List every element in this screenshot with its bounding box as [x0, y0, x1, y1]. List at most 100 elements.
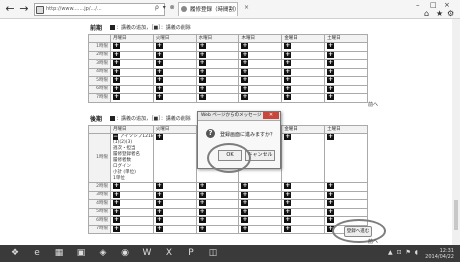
taskbar-app-icon[interactable]: e: [28, 247, 46, 260]
add-course-button[interactable]: +: [284, 200, 292, 206]
add-course-button[interactable]: +: [113, 77, 120, 83]
add-course-button[interactable]: +: [198, 217, 206, 223]
add-course-button[interactable]: +: [327, 85, 335, 92]
add-course-button[interactable]: +: [198, 191, 206, 198]
taskbar-app-icon[interactable]: ◈: [94, 247, 112, 260]
add-course-button[interactable]: +: [327, 77, 335, 83]
taskbar-app-icon[interactable]: W: [138, 247, 156, 260]
add-course-button[interactable]: +: [113, 191, 120, 198]
add-course-button[interactable]: +: [155, 217, 163, 223]
add-course-button[interactable]: +: [284, 183, 292, 189]
add-course-button[interactable]: +: [284, 94, 292, 100]
add-course-button[interactable]: +: [241, 68, 249, 75]
add-course-button[interactable]: +: [198, 77, 206, 83]
add-course-button[interactable]: +: [284, 43, 292, 49]
add-course-button[interactable]: +: [155, 60, 163, 66]
add-course-button[interactable]: +: [241, 94, 249, 100]
favorites-star-icon[interactable]: ★: [436, 9, 443, 18]
add-course-button[interactable]: +: [113, 225, 120, 232]
add-course-button[interactable]: +: [241, 183, 249, 189]
add-course-button[interactable]: +: [198, 43, 206, 49]
settings-gear-icon[interactable]: ⚙: [447, 9, 454, 18]
add-course-button[interactable]: +: [327, 200, 335, 206]
add-course-button[interactable]: +: [113, 68, 120, 75]
add-course-button[interactable]: +: [198, 183, 206, 189]
add-course-button[interactable]: +: [113, 208, 120, 215]
add-course-button[interactable]: +: [284, 134, 292, 140]
add-course-button[interactable]: +: [327, 51, 335, 58]
bottom-footer-link[interactable]: 前へ: [368, 238, 378, 245]
add-course-button[interactable]: +: [327, 43, 335, 49]
add-course-button[interactable]: +: [113, 85, 120, 92]
add-course-button[interactable]: +: [241, 225, 249, 232]
add-course-button[interactable]: +: [155, 134, 163, 140]
add-course-button[interactable]: +: [241, 200, 249, 206]
add-course-button[interactable]: +: [327, 191, 335, 198]
maximize-button[interactable]: □: [430, 1, 437, 9]
add-course-button[interactable]: +: [155, 208, 163, 215]
taskbar-app-icon[interactable]: P: [182, 247, 200, 260]
add-course-button[interactable]: +: [155, 85, 163, 92]
taskbar-app-icon[interactable]: ❖: [6, 247, 24, 260]
add-course-button[interactable]: +: [198, 225, 206, 232]
add-course-button[interactable]: +: [327, 60, 335, 66]
dialog-close-button[interactable]: ✕: [263, 112, 279, 119]
add-course-button[interactable]: +: [241, 51, 249, 58]
forward-button[interactable]: →: [18, 3, 30, 15]
add-course-button[interactable]: +: [241, 191, 249, 198]
add-course-button[interactable]: +: [113, 183, 120, 189]
add-course-button[interactable]: +: [284, 77, 292, 83]
add-course-button[interactable]: +: [241, 60, 249, 66]
add-course-button[interactable]: +: [327, 183, 335, 189]
taskbar-app-icon[interactable]: ▣: [72, 247, 90, 260]
top-footer-link[interactable]: 前へ: [368, 101, 378, 108]
window-close-button[interactable]: ×: [444, 1, 450, 9]
add-course-button[interactable]: +: [113, 200, 120, 206]
add-course-button[interactable]: +: [284, 68, 292, 75]
tab-close-button[interactable]: ×: [244, 4, 249, 11]
add-course-button[interactable]: +: [113, 217, 120, 223]
add-course-button[interactable]: +: [155, 77, 163, 83]
add-course-button[interactable]: +: [113, 94, 120, 100]
taskbar-app-icon[interactable]: ▦: [50, 247, 68, 260]
browser-tab[interactable]: 履修登録（時間割）: [178, 2, 238, 16]
tray-clock[interactable]: 12:31 2014/04/22: [425, 248, 454, 260]
add-course-button[interactable]: +: [327, 217, 335, 223]
add-course-button[interactable]: +: [241, 77, 249, 83]
add-course-button[interactable]: +: [327, 68, 335, 75]
add-course-button[interactable]: +: [284, 217, 292, 223]
address-bar[interactable]: http://www.......jp/.../...: [34, 3, 165, 16]
add-course-button[interactable]: +: [198, 94, 206, 100]
scrollbar-thumb[interactable]: [454, 200, 458, 230]
add-course-button[interactable]: +: [113, 43, 120, 49]
add-course-button[interactable]: +: [113, 60, 120, 66]
add-course-button[interactable]: +: [155, 225, 163, 232]
add-course-button[interactable]: +: [113, 51, 120, 58]
add-course-button[interactable]: +: [241, 208, 249, 215]
back-button[interactable]: ←: [4, 3, 16, 15]
add-course-button[interactable]: +: [155, 183, 163, 189]
add-course-button[interactable]: +: [241, 43, 249, 49]
add-course-button[interactable]: +: [198, 200, 206, 206]
add-course-button[interactable]: +: [155, 94, 163, 100]
add-course-button[interactable]: +: [327, 94, 335, 100]
add-course-button[interactable]: +: [284, 208, 292, 215]
add-course-button[interactable]: +: [198, 60, 206, 66]
tray-icons[interactable]: ▲ ⊡ ⚑ ◖: [388, 249, 419, 256]
add-course-button[interactable]: +: [327, 134, 335, 140]
home-icon[interactable]: ⌂: [424, 9, 429, 18]
add-course-button[interactable]: +: [284, 191, 292, 198]
add-course-button[interactable]: +: [241, 217, 249, 223]
add-course-button[interactable]: +: [284, 85, 292, 92]
add-course-button[interactable]: +: [155, 200, 163, 206]
add-course-button[interactable]: +: [327, 208, 335, 215]
add-course-button[interactable]: +: [284, 51, 292, 58]
taskbar-app-icon[interactable]: ◉: [116, 247, 134, 260]
add-course-button[interactable]: +: [241, 85, 249, 92]
add-course-button[interactable]: +: [155, 68, 163, 75]
add-course-button[interactable]: +: [155, 191, 163, 198]
minimize-button[interactable]: –: [416, 1, 420, 9]
add-course-button[interactable]: +: [198, 51, 206, 58]
add-course-button[interactable]: +: [198, 208, 206, 215]
add-course-button[interactable]: +: [284, 225, 292, 232]
